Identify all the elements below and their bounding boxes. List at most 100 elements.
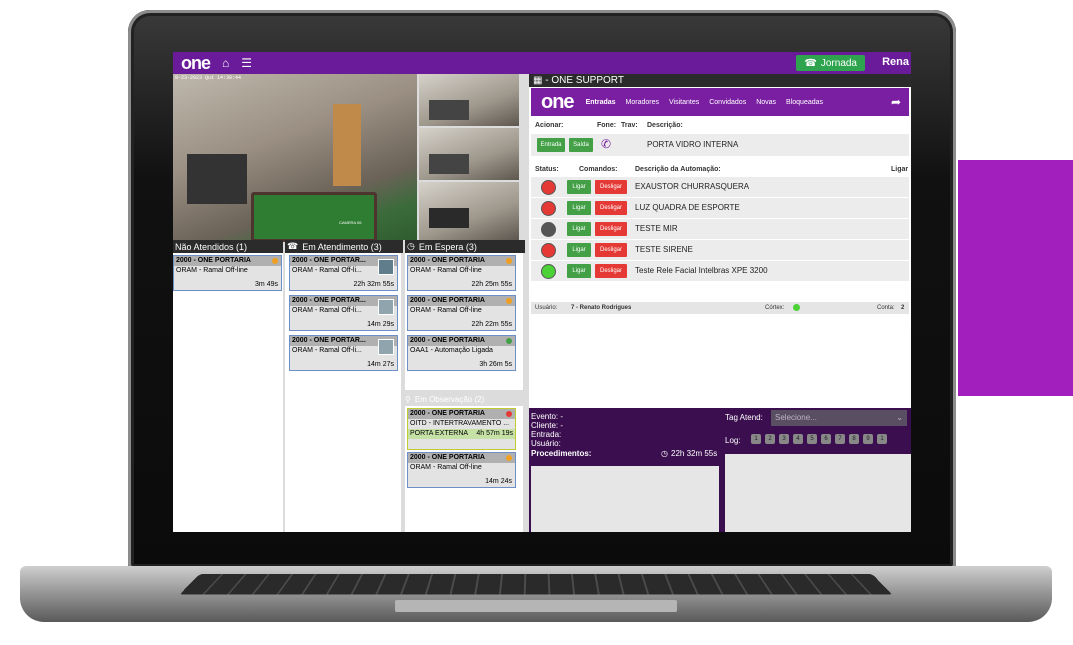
log-page-button[interactable]: 8	[849, 434, 859, 444]
ligar-button[interactable]: Ligar	[567, 243, 591, 257]
queue-column-em-atendimento: 2000 - ONE PORTAR... ORAM - Ramal Off-li…	[285, 253, 401, 532]
tab-moradores[interactable]: Moradores	[626, 99, 659, 106]
queue-card[interactable]: 2000 - ONE PORTAR... ORAM - Ramal Off-li…	[289, 295, 398, 331]
desligar-button[interactable]: Desligar	[595, 264, 627, 278]
phone-icon[interactable]: ✆	[601, 137, 611, 151]
procedimentos-timer: 22h 32m 55s	[671, 449, 718, 458]
evento-label: Evento: -	[531, 412, 564, 421]
status-dot	[506, 298, 512, 304]
desligar-button[interactable]: Desligar	[595, 180, 627, 194]
camera-thumb-1[interactable]	[419, 74, 519, 126]
automation-row: Ligar Desligar Teste Rele Facial Intelbr…	[531, 261, 909, 282]
desligar-button[interactable]: Desligar	[595, 243, 627, 257]
automation-description-header: Descrição da Automação:	[635, 166, 721, 173]
log-page-button[interactable]: 2	[765, 434, 775, 444]
status-dot	[506, 411, 512, 417]
camera-main-view[interactable]: 0-23-2023 Qui 14:30:44 CAMERA 06	[173, 74, 417, 242]
cliente-label: Cliente: -	[531, 421, 564, 430]
home-icon[interactable]: ⌂	[222, 56, 229, 70]
ligar-button[interactable]: Ligar	[567, 201, 591, 215]
tab-visitantes[interactable]: Visitantes	[669, 99, 699, 106]
queue-card[interactable]: 2000 - ONE PORTARIA ORAM - Ramal Off-lin…	[173, 255, 282, 291]
ligar-button[interactable]: Ligar	[567, 222, 591, 236]
procedimentos-box	[531, 466, 719, 532]
cortex-status-dot	[793, 304, 800, 311]
queue-header-em-observacao: ⚲ Em Observação (2)	[405, 394, 484, 405]
log-page-button[interactable]: 1	[877, 434, 887, 444]
headset-icon: ☎	[287, 241, 299, 251]
queue-column-em-espera: 2000 - ONE PORTARIA ORAM - Ramal Off-lin…	[405, 253, 523, 390]
queue-column-em-observacao: 2000 - ONE PORTARIA OITD - INTERTRAVAMEN…	[405, 406, 523, 532]
queue-card[interactable]: 2000 - ONE PORTARIA OITD - INTERTRAVAMEN…	[407, 408, 516, 450]
automation-description: EXAUSTOR CHURRASQUERA	[635, 182, 750, 191]
trav-header: Trav:	[621, 122, 638, 129]
entrada-button[interactable]: Entrada	[537, 138, 565, 152]
log-page-button[interactable]: 3	[779, 434, 789, 444]
tab-novas[interactable]: Novas	[756, 99, 776, 106]
laptop-keyboard	[179, 573, 893, 595]
tag-atend-select[interactable]: Selecione... ⌄	[771, 410, 907, 426]
descricao-header: Descrição:	[647, 122, 683, 129]
queue-column-nao-atendidos: 2000 - ONE PORTARIA ORAM - Ramal Off-lin…	[173, 253, 283, 532]
ligar-header: Ligar	[891, 166, 909, 173]
ligar-button[interactable]: Ligar	[567, 180, 591, 194]
jornada-button[interactable]: ☎ Jornada	[796, 55, 865, 71]
tab-bloqueadas[interactable]: Bloqueadas	[786, 99, 823, 106]
automation-row: Ligar Desligar TESTE SIRENE	[531, 240, 909, 261]
laptop-trackpad	[395, 600, 677, 612]
status-led	[541, 222, 556, 237]
desligar-button[interactable]: Desligar	[595, 222, 627, 236]
tab-entradas[interactable]: Entradas	[586, 99, 616, 106]
status-led	[541, 264, 556, 279]
procedimentos-label: Procedimentos:	[531, 449, 592, 458]
log-page-button[interactable]: 9	[863, 434, 873, 444]
status-dot	[506, 338, 512, 344]
event-panel: Evento: - Cliente: - Entrada: Usuário: P…	[529, 408, 911, 532]
queue-card[interactable]: 2000 - ONE PORTAR... ORAM - Ramal Off-li…	[289, 335, 398, 371]
decorative-purple-block	[958, 160, 1073, 396]
log-page-button[interactable]: 5	[807, 434, 817, 444]
automation-row: Ligar Desligar LUZ QUADRA DE ESPORTE	[531, 198, 909, 219]
usuario-value: 7 - Renato Rodrigues	[571, 305, 632, 311]
acionar-header: Acionar:	[535, 122, 564, 129]
queue-card[interactable]: 2000 - ONE PORTARIA ORAM - Ramal Off-lin…	[407, 255, 516, 291]
queue-card[interactable]: 2000 - ONE PORTAR... ORAM - Ramal Off-li…	[289, 255, 398, 291]
queue-header-nao-atendidos: Não Atendidos (1)	[173, 240, 283, 253]
log-page-button[interactable]: 4	[793, 434, 803, 444]
usuario-label: Usuário:	[531, 439, 561, 448]
user-name: Rena	[882, 56, 909, 68]
log-page-button[interactable]: 1	[751, 434, 761, 444]
camera-scene-desk	[187, 154, 247, 204]
exit-icon[interactable]: ➦	[891, 95, 901, 109]
tab-convidados[interactable]: Convidados	[709, 99, 746, 106]
status-dot	[506, 258, 512, 264]
desligar-button[interactable]: Desligar	[595, 201, 627, 215]
queue-card[interactable]: 2000 - ONE PORTARIA ORAM - Ramal Off-lin…	[407, 295, 516, 331]
log-page-button[interactable]: 6	[821, 434, 831, 444]
acionar-row: Entrada Saída ✆ PORTA VIDRO INTERNA	[531, 134, 909, 156]
building-icon: ▦	[533, 75, 543, 86]
one-logo: one	[181, 52, 211, 73]
usuario-bar: Usuário: 7 - Renato Rodrigues Córtex: Co…	[531, 302, 909, 314]
queue-card[interactable]: 2000 - ONE PORTARIA OAA1 - Automação Lig…	[407, 335, 516, 371]
comandos-header: Comandos:	[579, 166, 618, 173]
log-page-button[interactable]: 7	[835, 434, 845, 444]
log-label: Log:	[725, 436, 741, 445]
saida-button[interactable]: Saída	[569, 138, 593, 152]
queue-card[interactable]: 2000 - ONE PORTARIA ORAM - Ramal Off-lin…	[407, 452, 516, 488]
top-bar: one ⌂ ☰ ☎ Jornada Rena	[173, 52, 911, 74]
entrada-label: Entrada:	[531, 430, 562, 439]
app-screen: one ⌂ ☰ ☎ Jornada Rena 0-23-2023 Qui 14:…	[173, 52, 911, 532]
camera-main-label: CAMERA 06	[339, 220, 362, 225]
jornada-label: Jornada	[820, 57, 857, 69]
menu-icon[interactable]: ☰	[241, 56, 252, 70]
status-header: Status:	[535, 166, 559, 173]
ligar-button[interactable]: Ligar	[567, 264, 591, 278]
camera-thumb-2[interactable]	[419, 128, 519, 180]
avatar	[378, 339, 394, 355]
camera-thumb-3[interactable]	[419, 182, 519, 240]
avatar	[378, 299, 394, 315]
porta-description: PORTA VIDRO INTERNA	[647, 140, 739, 149]
queue-title-em-observacao: Em Observação (2)	[414, 395, 485, 404]
camera-scene-door	[333, 104, 361, 186]
